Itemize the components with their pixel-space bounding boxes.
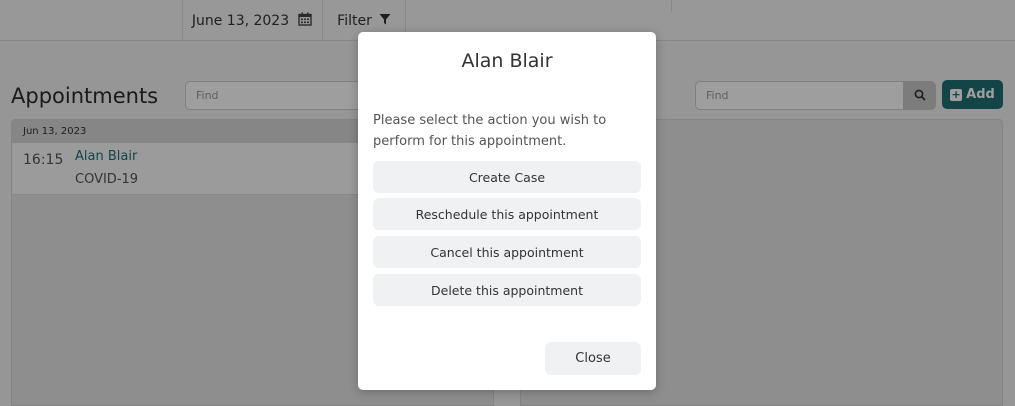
close-button[interactable]: Close [545, 342, 641, 375]
dialog-message: Please select the action you wish to per… [373, 113, 607, 149]
delete-appointment-button[interactable]: Delete this appointment [373, 274, 641, 306]
cancel-appointment-button[interactable]: Cancel this appointment [373, 236, 641, 268]
reschedule-appointment-button[interactable]: Reschedule this appointment [373, 198, 641, 230]
create-case-button[interactable]: Create Case [373, 161, 641, 193]
appointment-action-dialog: Alan Blair Please select the action you … [358, 32, 656, 390]
dialog-title: Alan Blair [461, 50, 553, 72]
